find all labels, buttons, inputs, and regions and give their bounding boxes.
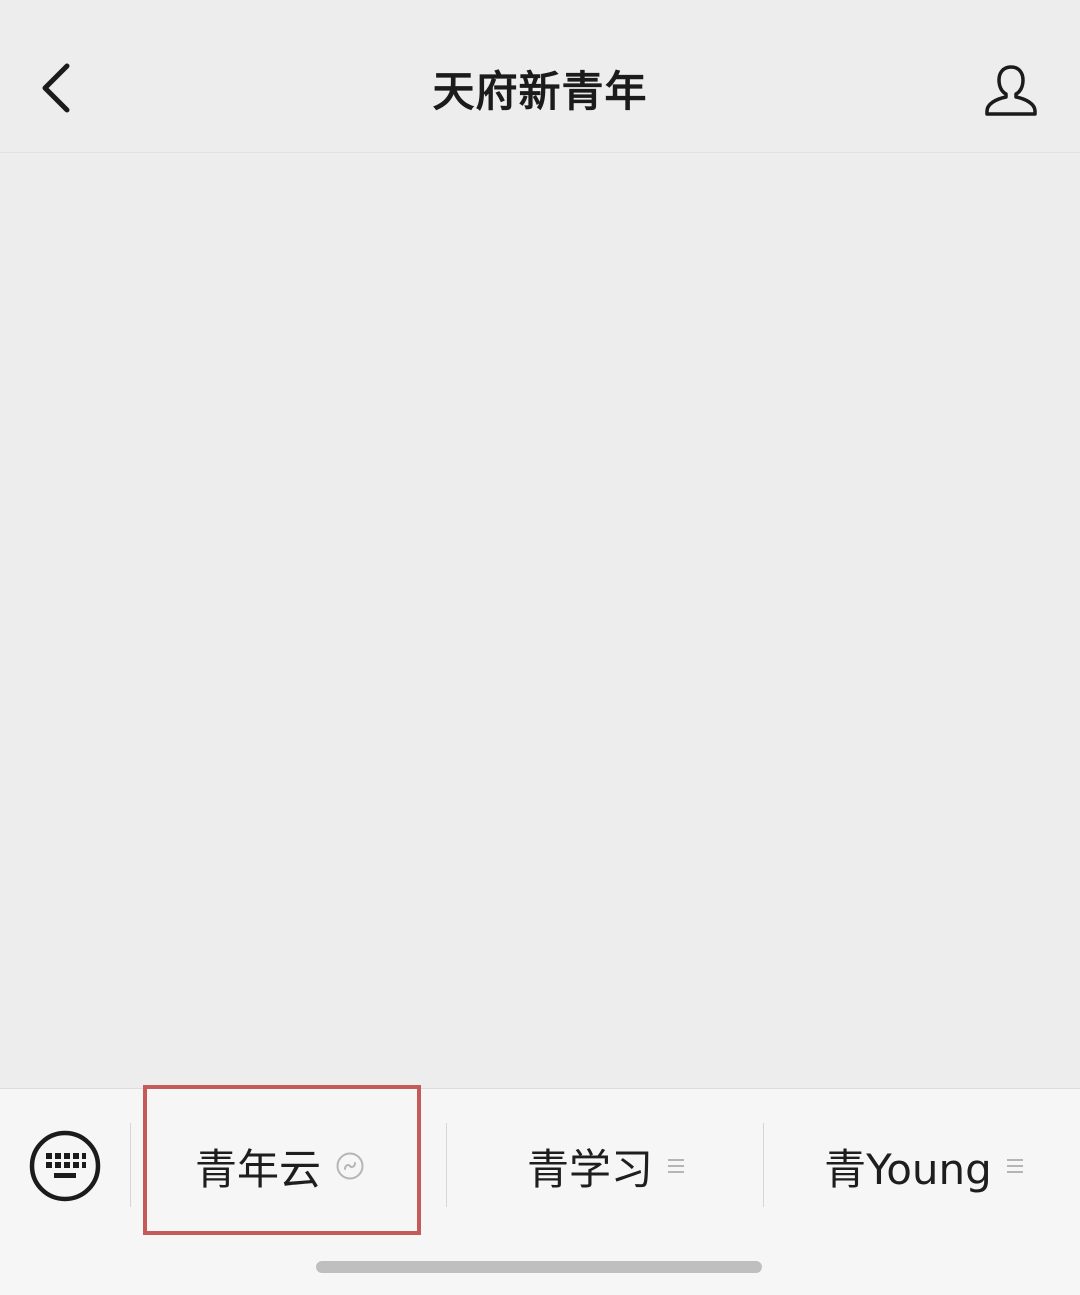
menu-divider xyxy=(446,1123,447,1207)
menu-item-label: 青年云 xyxy=(194,1144,321,1194)
menu-divider xyxy=(130,1123,131,1207)
mini-program-icon xyxy=(335,1151,365,1181)
chat-area xyxy=(0,153,1080,1088)
submenu-icon xyxy=(667,1156,685,1176)
menu-item-qingyoung[interactable]: 青Young xyxy=(783,1113,1065,1219)
profile-button[interactable] xyxy=(972,54,1050,126)
menu-item-label: 青学习 xyxy=(526,1144,653,1194)
keyboard-icon xyxy=(29,1130,101,1202)
menu-item-qingnianyun[interactable]: 青年云 xyxy=(150,1113,410,1219)
back-button[interactable] xyxy=(22,48,92,128)
person-icon xyxy=(985,65,1037,116)
menu-item-qingxuexi[interactable]: 青学习 xyxy=(466,1113,746,1219)
header-bar: 天府新青年 xyxy=(0,0,1080,153)
page-title: 天府新青年 xyxy=(432,66,648,116)
menu-bar: 青年云 青学习 青Young xyxy=(0,1085,1080,1295)
home-indicator[interactable] xyxy=(316,1261,762,1273)
menu-divider xyxy=(763,1123,764,1207)
menu-item-label: 青Young xyxy=(824,1144,992,1194)
submenu-icon xyxy=(1006,1156,1024,1176)
chevron-left-icon xyxy=(42,63,70,113)
keyboard-button[interactable] xyxy=(28,1129,102,1203)
